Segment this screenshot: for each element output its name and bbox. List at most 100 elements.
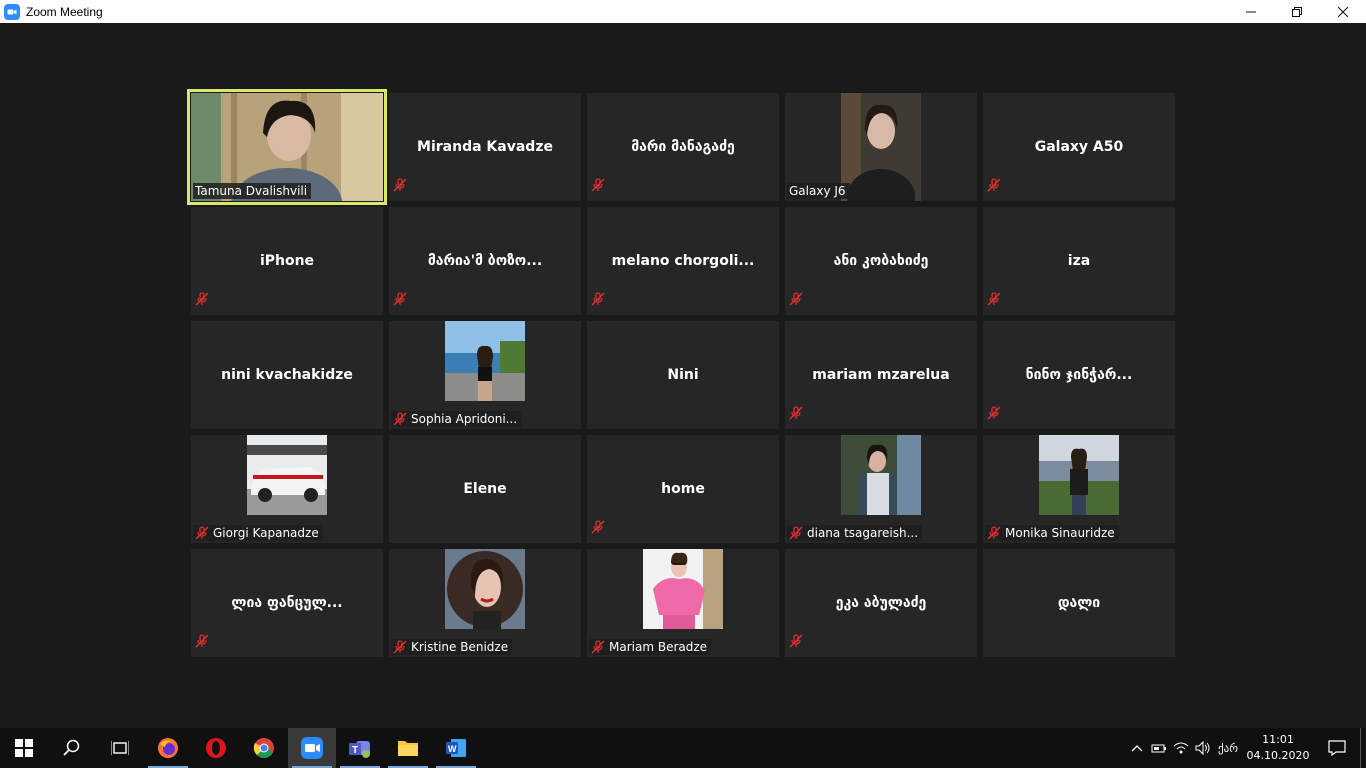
taskbar-word[interactable]: W [432, 728, 480, 768]
participant-tile[interactable]: Giorgi Kapanadze [191, 435, 383, 543]
gallery-grid: Tamuna Dvalishvili Miranda Kavadze მარი მა… [187, 89, 1175, 657]
participant-tile[interactable]: ანი კობახიძე [785, 207, 977, 315]
muted-mic-icon [591, 640, 605, 654]
muted-mic-icon [987, 292, 1001, 306]
mute-indicator [591, 292, 609, 311]
participant-name-label: Sophia Apridoni... [391, 411, 522, 427]
participant-name: Mariam Beradze [609, 640, 708, 654]
participant-tile[interactable]: Miranda Kavadze [389, 93, 581, 201]
video-feed [841, 93, 921, 201]
participant-tile[interactable]: ლია ფანცულ... [191, 549, 383, 657]
mute-indicator [987, 292, 1005, 311]
taskbar-file-explorer[interactable] [384, 728, 432, 768]
firefox-icon [158, 738, 178, 758]
muted-mic-icon [591, 178, 605, 192]
notification-icon [1328, 740, 1346, 756]
muted-mic-icon [789, 406, 803, 420]
clock-time: 11:01 [1262, 733, 1294, 746]
taskbar-firefox[interactable] [144, 728, 192, 768]
participant-tile[interactable]: Tamuna Dvalishvili [187, 89, 387, 205]
muted-mic-icon [393, 178, 407, 192]
participant-name: home [661, 481, 705, 497]
show-hidden-icons-button[interactable] [1126, 728, 1148, 768]
participant-tile[interactable]: home [587, 435, 779, 543]
input-language-indicator[interactable]: ქარ [1214, 742, 1242, 755]
participant-name: iPhone [259, 253, 315, 269]
taskbar-opera[interactable] [192, 728, 240, 768]
muted-mic-icon [789, 526, 803, 540]
mute-indicator [987, 178, 1005, 197]
mute-indicator [591, 520, 609, 539]
participant-tile[interactable]: iza [983, 207, 1175, 315]
muted-mic-icon [789, 634, 803, 648]
wifi-icon [1173, 742, 1189, 754]
minimize-button[interactable] [1228, 0, 1274, 23]
battery-icon [1151, 744, 1166, 753]
mute-indicator [195, 634, 213, 653]
action-center-button[interactable] [1314, 728, 1360, 768]
participant-name: ეკა აბულაძე [835, 595, 927, 611]
muted-mic-icon [789, 292, 803, 306]
start-button[interactable] [0, 728, 48, 768]
participant-tile[interactable]: Galaxy J6 [785, 93, 977, 201]
participant-tile[interactable]: nini kvachakidze [191, 321, 383, 429]
participant-tile[interactable]: Mariam Beradze [587, 549, 779, 657]
participant-tile[interactable]: მარი მანაგაძე [587, 93, 779, 201]
task-view-button[interactable] [96, 728, 144, 768]
participant-tile[interactable]: melano chorgoli... [587, 207, 779, 315]
volume-button[interactable] [1192, 728, 1214, 768]
participant-name: iza [1067, 253, 1091, 269]
search-icon [63, 739, 80, 756]
participant-name-label: Kristine Benidze [391, 639, 513, 655]
taskbar-chrome[interactable] [240, 728, 288, 768]
muted-mic-icon [393, 292, 407, 306]
teams-icon: T [349, 741, 370, 758]
participant-name: Kristine Benidze [411, 640, 509, 654]
participant-tile[interactable]: მარია'მ ბოზო... [389, 207, 581, 315]
mute-indicator [591, 178, 609, 197]
participant-tile[interactable]: Sophia Apridoni... [389, 321, 581, 429]
close-button[interactable] [1320, 0, 1366, 23]
participant-tile[interactable]: Nini [587, 321, 779, 429]
participant-tile[interactable]: დალი [983, 549, 1175, 657]
muted-mic-icon [195, 526, 209, 540]
participant-tile[interactable]: mariam mzarelua [785, 321, 977, 429]
participant-tile[interactable]: ეკა აბულაძე [785, 549, 977, 657]
task-view-icon [111, 741, 129, 755]
restore-button[interactable] [1274, 0, 1320, 23]
taskbar-clock[interactable]: 11:01 04.10.2020 [1242, 732, 1314, 764]
muted-mic-icon [987, 406, 1001, 420]
battery-button[interactable] [1148, 728, 1170, 768]
muted-mic-icon [987, 526, 1001, 540]
network-button[interactable] [1170, 728, 1192, 768]
video-feed [445, 549, 525, 629]
show-desktop-button[interactable] [1360, 728, 1366, 768]
taskbar-zoom[interactable] [288, 728, 336, 768]
participant-name: Giorgi Kapanadze [213, 526, 319, 540]
mute-indicator [195, 292, 213, 311]
svg-text:T: T [352, 745, 358, 756]
video-feed [841, 435, 921, 515]
participant-name: diana tsagareish... [807, 526, 919, 540]
participant-tile[interactable]: Kristine Benidze [389, 549, 581, 657]
participant-name: Elene [463, 481, 507, 497]
chrome-icon [253, 738, 274, 758]
muted-mic-icon [195, 292, 209, 306]
chevron-up-icon [1131, 745, 1143, 752]
participant-tile[interactable]: diana tsagareish... [785, 435, 977, 543]
participant-tile[interactable]: Galaxy A50 [983, 93, 1175, 201]
muted-mic-icon [987, 178, 1001, 192]
participant-tile[interactable]: ნინო ჯინჭარ... [983, 321, 1175, 429]
video-feed [247, 435, 327, 515]
word-icon: W [446, 739, 466, 757]
search-button[interactable] [48, 728, 96, 768]
participant-name: Miranda Kavadze [417, 139, 553, 155]
participant-tile[interactable]: Monika Sinauridze [983, 435, 1175, 543]
participant-name: მარია'მ ბოზო... [427, 253, 543, 269]
participant-tile[interactable]: iPhone [191, 207, 383, 315]
mute-indicator [393, 292, 411, 311]
taskbar-teams[interactable]: T [336, 728, 384, 768]
participant-tile[interactable]: Elene [389, 435, 581, 543]
video-feed [1039, 435, 1119, 515]
participant-name-label: Mariam Beradze [589, 639, 712, 655]
